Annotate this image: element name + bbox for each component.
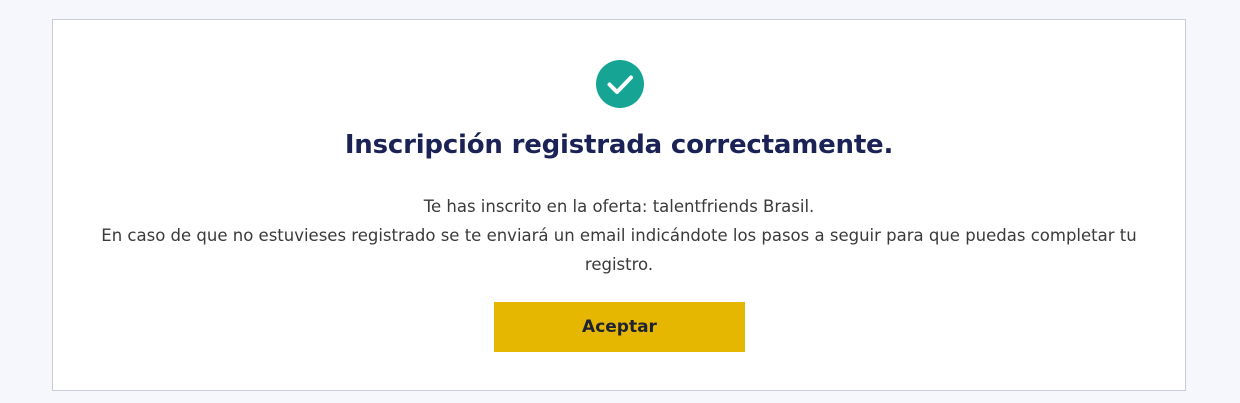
accept-button[interactable]: Aceptar <box>494 302 745 352</box>
confirmation-card: Inscripción registrada correctamente. Te… <box>52 19 1186 391</box>
confirmation-message: Te has inscrito en la oferta: talentfrie… <box>93 192 1145 279</box>
check-circle-icon <box>596 60 644 108</box>
registration-info-text: En caso de que no estuvieses registrado … <box>101 226 1137 274</box>
offer-text: Te has inscrito en la oferta: talentfrie… <box>423 197 815 216</box>
page-title: Inscripción registrada correctamente. <box>344 130 894 160</box>
